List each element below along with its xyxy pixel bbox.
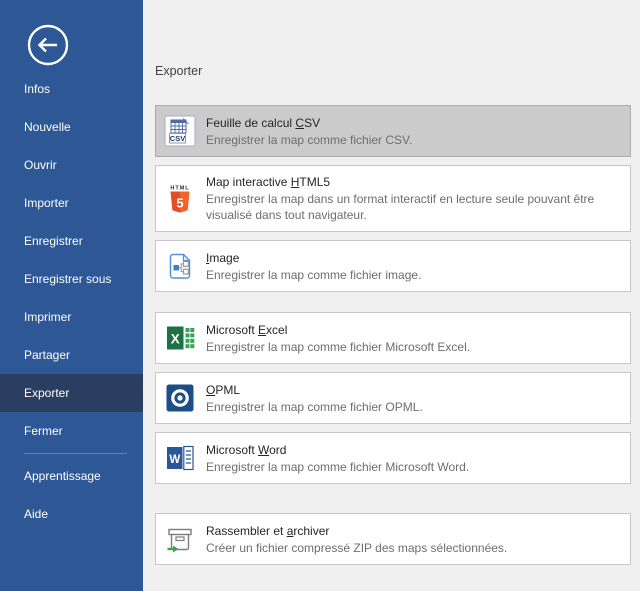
sidebar-item-label: Partager (24, 348, 70, 362)
svg-text:5: 5 (176, 195, 183, 210)
export-item-description: Enregistrer la map comme fichier image. (206, 267, 421, 283)
export-item-title: Image (206, 250, 421, 266)
microsoft-word-icon: W (164, 442, 196, 474)
sidebar-item-label: Apprentissage (24, 469, 101, 483)
svg-text:X: X (171, 332, 180, 347)
sidebar-item-nouvelle[interactable]: Nouvelle (0, 108, 143, 146)
sidebar-item-aide[interactable]: Aide (0, 495, 143, 533)
back-button[interactable] (26, 23, 70, 67)
export-options-list: CSV Feuille de calcul CSV Enregistrer la… (155, 105, 631, 573)
image-file-icon (164, 250, 196, 282)
svg-text:CSV: CSV (170, 134, 185, 143)
csv-spreadsheet-icon: CSV (164, 115, 196, 147)
export-item-description: Enregistrer la map comme fichier CSV. (206, 132, 412, 148)
svg-text:W: W (169, 454, 180, 466)
backstage-sidebar: Infos Nouvelle Ouvrir Importer Enregistr… (0, 0, 143, 591)
archive-zip-icon (164, 523, 196, 555)
html5-icon: HTML 5 (164, 183, 196, 215)
sidebar-item-fermer[interactable]: Fermer (0, 412, 143, 450)
sidebar-item-label: Ouvrir (24, 158, 57, 172)
export-item-image[interactable]: Image Enregistrer la map comme fichier i… (155, 240, 631, 292)
sidebar-item-label: Fermer (24, 424, 63, 438)
export-item-csv[interactable]: CSV Feuille de calcul CSV Enregistrer la… (155, 105, 631, 157)
sidebar-item-label: Enregistrer (24, 234, 83, 248)
export-item-title: Map interactive HTML5 (206, 174, 620, 190)
svg-text:HTML: HTML (170, 185, 189, 191)
sidebar-item-apprentissage[interactable]: Apprentissage (0, 457, 143, 495)
export-item-description: Créer un fichier compressé ZIP des maps … (206, 540, 507, 556)
opml-icon (164, 382, 196, 414)
sidebar-menu: Infos Nouvelle Ouvrir Importer Enregistr… (0, 70, 143, 533)
sidebar-item-label: Exporter (24, 386, 69, 400)
export-item-word[interactable]: W Microsoft Word Enregistrer la map comm… (155, 432, 631, 484)
sidebar-item-label: Enregistrer sous (24, 272, 111, 286)
export-item-archive[interactable]: Rassembler et archiver Créer un fichier … (155, 513, 631, 565)
sidebar-item-label: Importer (24, 196, 69, 210)
sidebar-divider (24, 453, 127, 454)
export-item-title: Rassembler et archiver (206, 523, 507, 539)
sidebar-item-enregistrer[interactable]: Enregistrer (0, 222, 143, 260)
sidebar-item-label: Nouvelle (24, 120, 71, 134)
export-item-description: Enregistrer la map dans un format intera… (206, 191, 620, 223)
sidebar-item-label: Aide (24, 507, 48, 521)
sidebar-item-exporter[interactable]: Exporter (0, 374, 143, 412)
export-panel: Exporter CSV Feuille de calcul (143, 0, 640, 591)
export-item-title: Microsoft Word (206, 442, 469, 458)
export-item-excel[interactable]: X Microsoft Excel Enregistrer la map com… (155, 312, 631, 364)
export-item-description: Enregistrer la map comme fichier Microso… (206, 339, 470, 355)
sidebar-item-label: Infos (24, 82, 50, 96)
sidebar-item-label: Imprimer (24, 310, 71, 324)
export-item-description: Enregistrer la map comme fichier Microso… (206, 459, 469, 475)
microsoft-excel-icon: X (164, 322, 196, 354)
back-arrow-icon (26, 54, 70, 71)
export-item-title: Feuille de calcul CSV (206, 115, 412, 131)
export-item-title: Microsoft Excel (206, 322, 470, 338)
sidebar-item-infos[interactable]: Infos (0, 70, 143, 108)
export-item-opml[interactable]: OPML Enregistrer la map comme fichier OP… (155, 372, 631, 424)
sidebar-item-imprimer[interactable]: Imprimer (0, 298, 143, 336)
sidebar-item-enregistrer-sous[interactable]: Enregistrer sous (0, 260, 143, 298)
sidebar-item-importer[interactable]: Importer (0, 184, 143, 222)
page-title: Exporter (155, 64, 202, 78)
sidebar-item-partager[interactable]: Partager (0, 336, 143, 374)
export-item-description: Enregistrer la map comme fichier OPML. (206, 399, 423, 415)
export-item-title: OPML (206, 382, 423, 398)
export-item-html5[interactable]: HTML 5 Map interactive HTML5 Enregistrer… (155, 165, 631, 232)
sidebar-item-ouvrir[interactable]: Ouvrir (0, 146, 143, 184)
